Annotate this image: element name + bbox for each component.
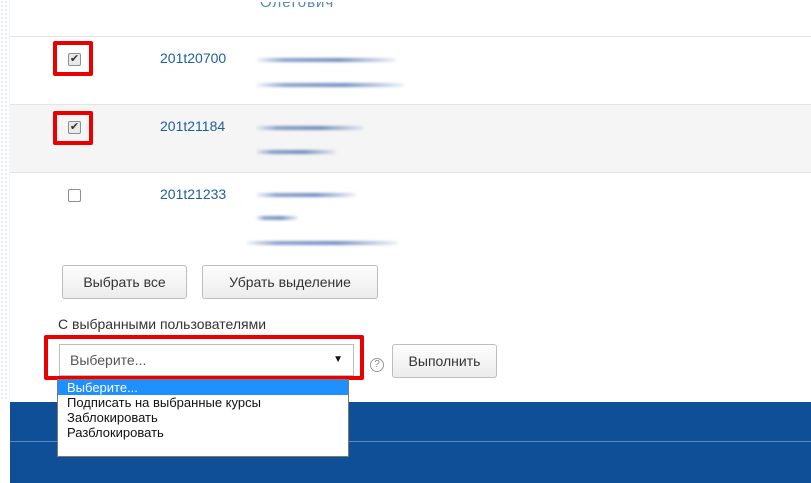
redacted-name: [256, 193, 356, 197]
redacted-detail: [256, 216, 298, 220]
option-unblock[interactable]: Разблокировать: [58, 425, 348, 440]
redacted-email: [256, 150, 336, 154]
execute-button[interactable]: Выполнить: [392, 344, 497, 378]
redacted-name: [256, 58, 396, 62]
user-id-link[interactable]: 201t21233: [160, 186, 226, 202]
user-list-panel: Олегович ✔ 201t20700 ✔ 201t21184 201t212…: [10, 0, 811, 402]
option-block[interactable]: Заблокировать: [58, 410, 348, 425]
partial-user-name-text: Олегович: [260, 2, 335, 11]
partial-user-name: Олегович: [260, 2, 350, 14]
table-row: ✔ 201t20700: [10, 36, 811, 104]
table-row: 201t21233: [10, 172, 811, 254]
highlight-box: [53, 41, 93, 76]
redacted-email: [246, 241, 398, 245]
redacted-email: [256, 83, 404, 87]
select-all-button[interactable]: Выбрать все: [62, 265, 187, 299]
option-enrol-selected-courses[interactable]: Подписать на выбранные курсы: [58, 395, 348, 410]
user-id-link[interactable]: 201t21184: [160, 118, 225, 134]
user-select-checkbox[interactable]: [68, 189, 81, 202]
user-id-link[interactable]: 201t20700: [160, 50, 226, 66]
redacted-name: [256, 126, 364, 130]
option-choose[interactable]: Выберите...: [58, 380, 348, 395]
highlight-box: [44, 335, 364, 380]
background-pattern-left: [0, 0, 10, 400]
table-row: ✔ 201t21184: [10, 104, 811, 172]
bulk-action-label: С выбранными пользователями: [58, 316, 267, 332]
deselect-all-button[interactable]: Убрать выделение: [202, 265, 378, 299]
help-icon[interactable]: ?: [370, 358, 384, 372]
highlight-box: [53, 111, 93, 145]
bulk-action-options: Выберите... Подписать на выбранные курсы…: [57, 379, 349, 457]
